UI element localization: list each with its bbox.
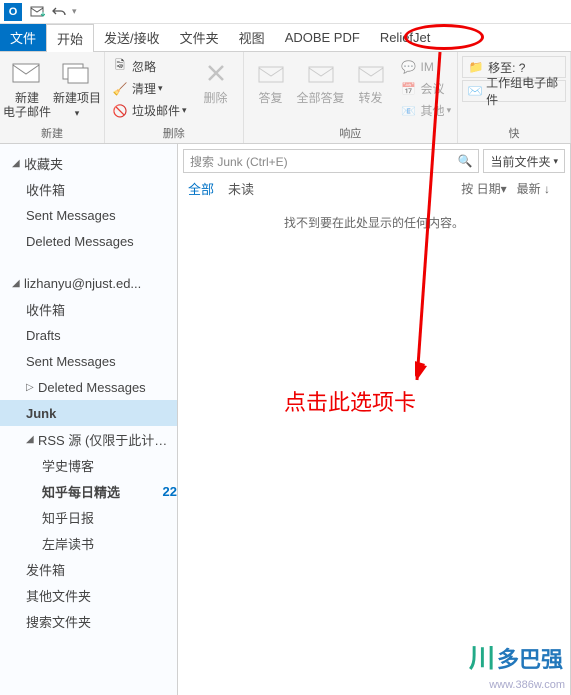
nav-rss-2[interactable]: 知乎每日精选22 bbox=[0, 478, 177, 504]
filter-unread[interactable]: 未读 bbox=[228, 179, 254, 198]
nav-rss[interactable]: ◢RSS 源 (仅限于此计算... bbox=[0, 426, 177, 452]
filter-row: 全部 未读 按 日期▾ 最新 ↓ bbox=[178, 173, 570, 204]
watermark-logo: 川多巴强 bbox=[469, 638, 563, 675]
team-mail-button[interactable]: ✉️工作组电子邮件 bbox=[462, 80, 566, 102]
reply-all-icon bbox=[305, 57, 337, 89]
qat-customize-icon[interactable]: ▾ bbox=[72, 6, 77, 17]
tab-home[interactable]: 开始 bbox=[46, 24, 94, 52]
tab-reliefjet[interactable]: ReliefJet bbox=[370, 24, 441, 51]
nav-favorites[interactable]: ◢收藏夹 bbox=[0, 150, 177, 176]
ribbon-group-delete: 🗟忽略 🧹清理 ▾ 🚫垃圾邮件 ▾ 删除 删除 bbox=[105, 52, 244, 143]
ribbon-tabs: 文件 开始 发送/接收 文件夹 视图 ADOBE PDF ReliefJet bbox=[0, 24, 571, 52]
collapse-icon: ◢ bbox=[12, 278, 24, 289]
outlook-icon: O bbox=[4, 3, 22, 21]
im-button[interactable]: 💬IM bbox=[400, 56, 452, 78]
im-icon: 💬 bbox=[400, 58, 418, 76]
tab-adobepdf[interactable]: ADOBE PDF bbox=[275, 24, 370, 51]
ignore-button[interactable]: 🗟忽略 bbox=[111, 56, 187, 78]
ignore-icon: 🗟 bbox=[111, 58, 129, 76]
collapse-icon: ◢ bbox=[26, 434, 38, 445]
new-item-icon bbox=[61, 57, 93, 89]
nav-rss-3[interactable]: 知乎日报 bbox=[0, 504, 177, 530]
ribbon-group-respond: 答复 全部答复 转发 💬IM 📅会议 📧其他 ▾ 响应 bbox=[244, 52, 459, 143]
nav-sent[interactable]: Sent Messages bbox=[0, 348, 177, 374]
search-scope-button[interactable]: 当前文件夹 ▾ bbox=[483, 149, 565, 173]
tab-folder[interactable]: 文件夹 bbox=[170, 24, 229, 51]
cleanup-button[interactable]: 🧹清理 ▾ bbox=[111, 78, 187, 100]
reply-button[interactable]: 答复 bbox=[246, 54, 296, 123]
qat-sendreceive-icon[interactable] bbox=[27, 3, 47, 21]
search-placeholder: 搜索 Junk (Ctrl+E) bbox=[190, 153, 288, 170]
watermark-url: www.386w.com bbox=[489, 679, 565, 691]
delete-icon bbox=[200, 57, 232, 89]
nav-fav-deleted[interactable]: Deleted Messages bbox=[0, 228, 177, 254]
content-area: ◢收藏夹 收件箱 Sent Messages Deleted Messages … bbox=[0, 144, 571, 695]
qat-undo-icon[interactable] bbox=[49, 3, 69, 21]
nav-rss-4[interactable]: 左岸读书 bbox=[0, 530, 177, 556]
more-respond-button[interactable]: 📧其他 ▾ bbox=[400, 100, 452, 122]
sort-button[interactable]: 按 日期▾ bbox=[461, 180, 506, 197]
forward-icon bbox=[355, 57, 387, 89]
collapse-icon: ◢ bbox=[12, 158, 24, 169]
ribbon-group-quicksteps: 📁移至: ? ✉️工作组电子邮件 快 bbox=[458, 52, 571, 143]
filter-all[interactable]: 全部 bbox=[188, 179, 214, 198]
reply-icon bbox=[255, 57, 287, 89]
junk-icon: 🚫 bbox=[111, 102, 129, 120]
tab-view[interactable]: 视图 bbox=[229, 24, 275, 51]
titlebar: O ▾ bbox=[0, 0, 571, 24]
empty-message: 找不到要在此处显示的任何内容。 bbox=[178, 214, 570, 231]
search-icon[interactable]: 🔍 bbox=[458, 154, 473, 168]
search-input[interactable]: 搜索 Junk (Ctrl+E) 🔍 bbox=[183, 149, 479, 173]
reply-all-button[interactable]: 全部答复 bbox=[296, 54, 346, 123]
newest-button[interactable]: 最新 ↓ bbox=[517, 180, 550, 197]
new-email-icon bbox=[11, 57, 43, 89]
nav-other[interactable]: 其他文件夹 bbox=[0, 582, 177, 608]
nav-inbox[interactable]: 收件箱 bbox=[0, 296, 177, 322]
nav-rss-1[interactable]: 学史博客 bbox=[0, 452, 177, 478]
meeting-icon: 📅 bbox=[400, 80, 418, 98]
tab-file[interactable]: 文件 bbox=[0, 24, 46, 51]
list-pane: 搜索 Junk (Ctrl+E) 🔍 当前文件夹 ▾ 全部 未读 按 日期▾ 最… bbox=[178, 144, 571, 695]
nav-outbox[interactable]: 发件箱 bbox=[0, 556, 177, 582]
new-item-button[interactable]: 新建项目▾ bbox=[52, 54, 102, 123]
forward-button[interactable]: 转发 bbox=[346, 54, 396, 123]
tab-sendreceive[interactable]: 发送/接收 bbox=[94, 24, 170, 51]
more-icon: 📧 bbox=[400, 102, 418, 120]
ribbon-group-new: 新建 电子邮件 新建项目▾ 新建 bbox=[0, 52, 105, 143]
ribbon-content: 新建 电子邮件 新建项目▾ 新建 🗟忽略 🧹清理 ▾ 🚫垃圾邮件 ▾ 删除 删除 bbox=[0, 52, 571, 144]
nav-fav-inbox[interactable]: 收件箱 bbox=[0, 176, 177, 202]
cleanup-icon: 🧹 bbox=[111, 80, 129, 98]
new-email-button[interactable]: 新建 电子邮件 bbox=[2, 54, 52, 123]
nav-junk[interactable]: Junk bbox=[0, 400, 177, 426]
expand-icon: ▷ bbox=[26, 382, 38, 393]
nav-searchfolders[interactable]: 搜索文件夹 bbox=[0, 608, 177, 634]
delete-button[interactable]: 删除 bbox=[191, 54, 241, 123]
nav-deleted[interactable]: ▷Deleted Messages bbox=[0, 374, 177, 400]
nav-account[interactable]: ◢lizhanyu@njust.ed... bbox=[0, 270, 177, 296]
nav-pane: ◢收藏夹 收件箱 Sent Messages Deleted Messages … bbox=[0, 144, 178, 695]
junk-button[interactable]: 🚫垃圾邮件 ▾ bbox=[111, 100, 187, 122]
moveto-icon: 📁 bbox=[467, 58, 485, 76]
nav-fav-sent[interactable]: Sent Messages bbox=[0, 202, 177, 228]
meeting-button[interactable]: 📅会议 bbox=[400, 78, 452, 100]
nav-drafts[interactable]: Drafts bbox=[0, 322, 177, 348]
team-mail-icon: ✉️ bbox=[467, 82, 483, 100]
